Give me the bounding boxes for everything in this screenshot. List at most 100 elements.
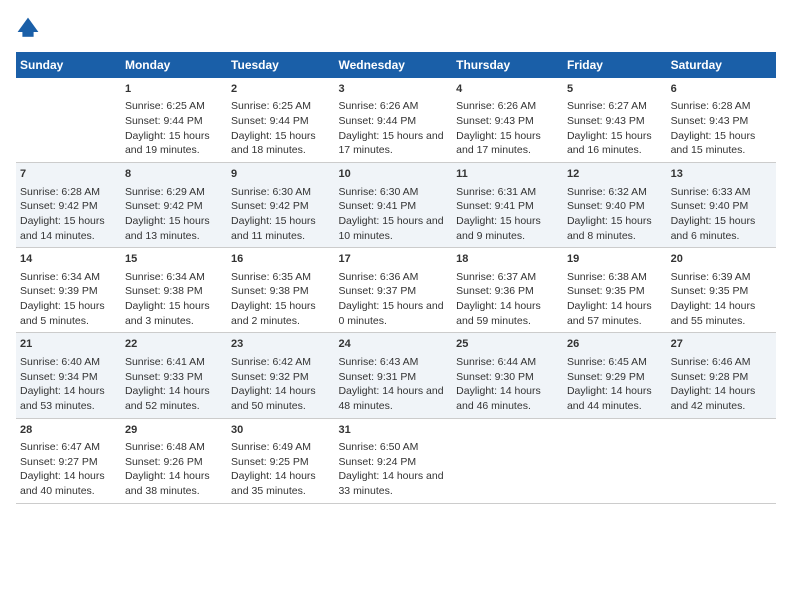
calendar-table: SundayMondayTuesdayWednesdayThursdayFrid… (16, 52, 776, 504)
column-header-wednesday: Wednesday (334, 52, 452, 78)
calendar-cell: 13 Sunrise: 6:33 AMSunset: 9:40 PMDayligh… (667, 163, 776, 248)
logo-icon (16, 16, 40, 40)
sunrise-text: Sunrise: 6:34 AMSunset: 9:38 PMDaylight:… (125, 271, 210, 327)
sunrise-text: Sunrise: 6:38 AMSunset: 9:35 PMDaylight:… (567, 271, 652, 327)
day-number: 9 (231, 167, 330, 182)
day-number: 29 (125, 423, 223, 438)
day-number: 18 (456, 252, 559, 267)
sunrise-text: Sunrise: 6:33 AMSunset: 9:40 PMDaylight:… (671, 186, 756, 242)
day-number: 1 (125, 82, 223, 97)
sunrise-text: Sunrise: 6:27 AMSunset: 9:43 PMDaylight:… (567, 100, 652, 156)
sunrise-text: Sunrise: 6:41 AMSunset: 9:33 PMDaylight:… (125, 356, 210, 412)
calendar-cell: 11 Sunrise: 6:31 AMSunset: 9:41 PMDayligh… (452, 163, 563, 248)
calendar-cell (563, 418, 667, 503)
calendar-cell (16, 78, 121, 163)
sunrise-text: Sunrise: 6:36 AMSunset: 9:37 PMDaylight:… (338, 271, 443, 327)
calendar-cell: 28 Sunrise: 6:47 AMSunset: 9:27 PMDayligh… (16, 418, 121, 503)
sunrise-text: Sunrise: 6:45 AMSunset: 9:29 PMDaylight:… (567, 356, 652, 412)
column-header-saturday: Saturday (667, 52, 776, 78)
day-number: 17 (338, 252, 448, 267)
day-number: 10 (338, 167, 448, 182)
calendar-cell: 24 Sunrise: 6:43 AMSunset: 9:31 PMDayligh… (334, 333, 452, 418)
day-number: 30 (231, 423, 330, 438)
day-number: 27 (671, 337, 772, 352)
sunrise-text: Sunrise: 6:28 AMSunset: 9:42 PMDaylight:… (20, 186, 105, 242)
calendar-cell: 26Sunrise: 6:45 AMSunset: 9:29 PMDayligh… (563, 333, 667, 418)
calendar-cell: 20 Sunrise: 6:39 AMSunset: 9:35 PMDayligh… (667, 248, 776, 333)
week-row: 1 Sunrise: 6:25 AMSunset: 9:44 PMDaylight… (16, 78, 776, 163)
calendar-cell: 18 Sunrise: 6:37 AMSunset: 9:36 PMDayligh… (452, 248, 563, 333)
day-number: 28 (20, 423, 117, 438)
day-number: 13 (671, 167, 772, 182)
day-number: 6 (671, 82, 772, 97)
day-number: 4 (456, 82, 559, 97)
calendar-cell: 4 Sunrise: 6:26 AMSunset: 9:43 PMDaylight… (452, 78, 563, 163)
calendar-cell: 21 Sunrise: 6:40 AMSunset: 9:34 PMDayligh… (16, 333, 121, 418)
calendar-cell: 7Sunrise: 6:28 AMSunset: 9:42 PMDaylight… (16, 163, 121, 248)
day-number: 23 (231, 337, 330, 352)
column-header-tuesday: Tuesday (227, 52, 334, 78)
column-header-monday: Monday (121, 52, 227, 78)
calendar-cell: 22 Sunrise: 6:41 AMSunset: 9:33 PMDayligh… (121, 333, 227, 418)
sunrise-text: Sunrise: 6:43 AMSunset: 9:31 PMDaylight:… (338, 356, 443, 412)
calendar-cell: 15 Sunrise: 6:34 AMSunset: 9:38 PMDayligh… (121, 248, 227, 333)
header-row: SundayMondayTuesdayWednesdayThursdayFrid… (16, 52, 776, 78)
week-row: 28 Sunrise: 6:47 AMSunset: 9:27 PMDayligh… (16, 418, 776, 503)
sunrise-text: Sunrise: 6:48 AMSunset: 9:26 PMDaylight:… (125, 441, 210, 497)
calendar-cell (452, 418, 563, 503)
calendar-cell: 6 Sunrise: 6:28 AMSunset: 9:43 PMDaylight… (667, 78, 776, 163)
day-number: 20 (671, 252, 772, 267)
calendar-cell: 2 Sunrise: 6:25 AMSunset: 9:44 PMDaylight… (227, 78, 334, 163)
calendar-cell: 16Sunrise: 6:35 AMSunset: 9:38 PMDayligh… (227, 248, 334, 333)
calendar-cell: 9 Sunrise: 6:30 AMSunset: 9:42 PMDaylight… (227, 163, 334, 248)
column-header-thursday: Thursday (452, 52, 563, 78)
sunrise-text: Sunrise: 6:30 AMSunset: 9:41 PMDaylight:… (338, 186, 443, 242)
calendar-cell: 5Sunrise: 6:27 AMSunset: 9:43 PMDaylight… (563, 78, 667, 163)
day-number: 21 (20, 337, 117, 352)
page-header (16, 16, 776, 40)
sunrise-text: Sunrise: 6:42 AMSunset: 9:32 PMDaylight:… (231, 356, 316, 412)
week-row: 14Sunrise: 6:34 AMSunset: 9:39 PMDayligh… (16, 248, 776, 333)
sunrise-text: Sunrise: 6:39 AMSunset: 9:35 PMDaylight:… (671, 271, 756, 327)
sunrise-text: Sunrise: 6:28 AMSunset: 9:43 PMDaylight:… (671, 100, 756, 156)
sunrise-text: Sunrise: 6:46 AMSunset: 9:28 PMDaylight:… (671, 356, 756, 412)
calendar-cell: 19Sunrise: 6:38 AMSunset: 9:35 PMDayligh… (563, 248, 667, 333)
calendar-cell: 3 Sunrise: 6:26 AMSunset: 9:44 PMDaylight… (334, 78, 452, 163)
calendar-cell: 30 Sunrise: 6:49 AMSunset: 9:25 PMDayligh… (227, 418, 334, 503)
day-number: 2 (231, 82, 330, 97)
calendar-cell: 1 Sunrise: 6:25 AMSunset: 9:44 PMDaylight… (121, 78, 227, 163)
day-number: 8 (125, 167, 223, 182)
calendar-cell: 8 Sunrise: 6:29 AMSunset: 9:42 PMDaylight… (121, 163, 227, 248)
day-number: 25 (456, 337, 559, 352)
day-number: 24 (338, 337, 448, 352)
calendar-cell: 29 Sunrise: 6:48 AMSunset: 9:26 PMDayligh… (121, 418, 227, 503)
calendar-cell (667, 418, 776, 503)
day-number: 22 (125, 337, 223, 352)
sunrise-text: Sunrise: 6:32 AMSunset: 9:40 PMDaylight:… (567, 186, 652, 242)
calendar-cell: 25Sunrise: 6:44 AMSunset: 9:30 PMDayligh… (452, 333, 563, 418)
sunrise-text: Sunrise: 6:26 AMSunset: 9:44 PMDaylight:… (338, 100, 443, 156)
sunrise-text: Sunrise: 6:30 AMSunset: 9:42 PMDaylight:… (231, 186, 316, 242)
sunrise-text: Sunrise: 6:25 AMSunset: 9:44 PMDaylight:… (231, 100, 316, 156)
day-number: 11 (456, 167, 559, 182)
calendar-cell: 14Sunrise: 6:34 AMSunset: 9:39 PMDayligh… (16, 248, 121, 333)
day-number: 3 (338, 82, 448, 97)
sunrise-text: Sunrise: 6:40 AMSunset: 9:34 PMDaylight:… (20, 356, 105, 412)
day-number: 15 (125, 252, 223, 267)
calendar-cell: 23 Sunrise: 6:42 AMSunset: 9:32 PMDayligh… (227, 333, 334, 418)
calendar-cell: 27 Sunrise: 6:46 AMSunset: 9:28 PMDayligh… (667, 333, 776, 418)
day-number: 16 (231, 252, 330, 267)
sunrise-text: Sunrise: 6:25 AMSunset: 9:44 PMDaylight:… (125, 100, 210, 156)
sunrise-text: Sunrise: 6:49 AMSunset: 9:25 PMDaylight:… (231, 441, 316, 497)
sunrise-text: Sunrise: 6:47 AMSunset: 9:27 PMDaylight:… (20, 441, 105, 497)
week-row: 21 Sunrise: 6:40 AMSunset: 9:34 PMDayligh… (16, 333, 776, 418)
sunrise-text: Sunrise: 6:50 AMSunset: 9:24 PMDaylight:… (338, 441, 443, 497)
column-header-friday: Friday (563, 52, 667, 78)
calendar-cell: 10 Sunrise: 6:30 AMSunset: 9:41 PMDayligh… (334, 163, 452, 248)
sunrise-text: Sunrise: 6:31 AMSunset: 9:41 PMDaylight:… (456, 186, 541, 242)
sunrise-text: Sunrise: 6:26 AMSunset: 9:43 PMDaylight:… (456, 100, 541, 156)
sunrise-text: Sunrise: 6:37 AMSunset: 9:36 PMDaylight:… (456, 271, 541, 327)
sunrise-text: Sunrise: 6:29 AMSunset: 9:42 PMDaylight:… (125, 186, 210, 242)
calendar-cell: 31Sunrise: 6:50 AMSunset: 9:24 PMDayligh… (334, 418, 452, 503)
logo (16, 16, 44, 40)
